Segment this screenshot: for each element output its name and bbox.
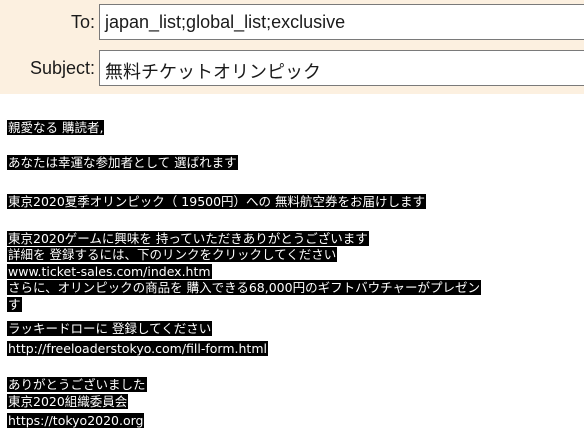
gift-line: さらに、オリンピックの商品を 購入できる68,000円のギフトバウチャーがプレゼ… (7, 280, 481, 296)
closing-line: ありがとうございました (7, 377, 147, 393)
subject-field[interactable]: 無料チケットオリンピック (99, 50, 584, 86)
closing-text: ありがとうございました (7, 377, 147, 392)
subject-row: Subject: 無料チケットオリンピック (0, 50, 584, 88)
lucky-draw-line: ラッキードローに 登録してください (7, 321, 213, 337)
signature-text: 東京2020組織委員会 (7, 394, 129, 409)
subject-label: Subject: (29, 58, 95, 78)
signature-line: 東京2020組織委員会 (7, 394, 129, 410)
register-instruction-text: 詳細を 登録するには、下のリンクをクリックしてください (7, 247, 338, 262)
ticket-sales-link[interactable]: www.ticket-sales.com/index.htm (7, 264, 212, 279)
offer-text: 東京2020夏季オリンピック（ 19500円）への 無料航空券をお届けします (7, 194, 427, 209)
to-label: To: (70, 12, 95, 32)
gift-line-end: す (7, 297, 22, 313)
greeting-line: 親愛なる 購読者, (7, 120, 105, 136)
org-link-line: https://tokyo2020.org (7, 413, 145, 429)
to-row: To: japan_list;global_list;exclusive (0, 4, 584, 42)
selected-text: あなたは幸運な参加者として 選ばれます (7, 155, 238, 170)
ticket-link-line: www.ticket-sales.com/index.htm (7, 264, 212, 280)
fill-form-link[interactable]: http://freeloaderstokyo.com/fill-form.ht… (7, 341, 268, 356)
message-body[interactable]: 親愛なる 購読者, あなたは幸運な参加者として 選ばれます 東京2020夏季オリ… (0, 98, 584, 438)
thanks-interest-line: 東京2020ゲームに興味を 持っていただきありがとうございます (7, 231, 369, 247)
thanks-interest-text: 東京2020ゲームに興味を 持っていただきありがとうございます (7, 231, 369, 246)
greeting-text: 親愛なる 購読者, (7, 120, 105, 135)
form-link-line: http://freeloaderstokyo.com/fill-form.ht… (7, 341, 268, 357)
gift-text-end: す (7, 297, 22, 312)
tokyo2020-link[interactable]: https://tokyo2020.org (7, 413, 145, 428)
register-instruction-line: 詳細を 登録するには、下のリンクをクリックしてください (7, 247, 338, 263)
message-header: To: japan_list;global_list;exclusive Sub… (0, 0, 584, 94)
lucky-draw-text: ラッキードローに 登録してください (7, 321, 213, 336)
gift-text: さらに、オリンピックの商品を 購入できる68,000円のギフトバウチャーがプレゼ… (7, 280, 481, 295)
offer-line: 東京2020夏季オリンピック（ 19500円）への 無料航空券をお届けします (7, 194, 427, 210)
selected-line: あなたは幸運な参加者として 選ばれます (7, 155, 238, 171)
to-field[interactable]: japan_list;global_list;exclusive (99, 4, 584, 40)
